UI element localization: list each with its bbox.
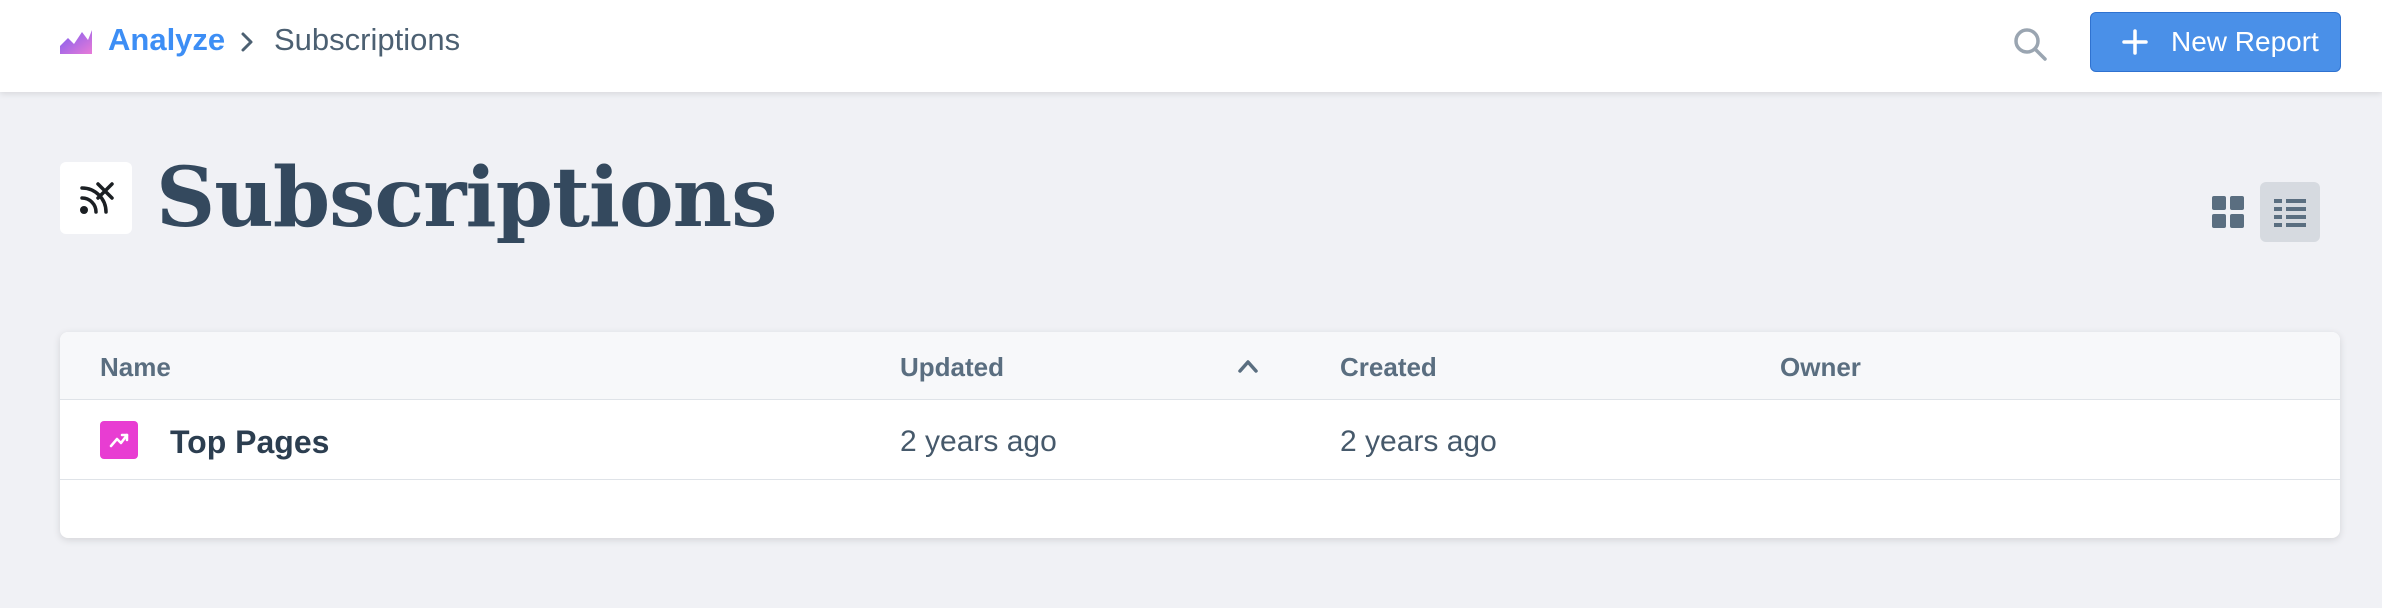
page-title: Subscriptions [156, 150, 777, 246]
reports-table: Name Updated Created Owner Top Pages 2 y… [60, 332, 2340, 538]
chevron-up-icon[interactable] [1236, 356, 1260, 376]
column-header-created[interactable]: Created [1340, 352, 1437, 383]
table-row[interactable]: Top Pages 2 years ago 2 years ago [60, 400, 2340, 480]
new-report-label: New Report [2171, 26, 2319, 57]
new-report-button[interactable]: New Report [2090, 12, 2341, 72]
rss-feed-icon [60, 162, 132, 234]
trend-line-icon [100, 421, 138, 459]
column-header-owner[interactable]: Owner [1780, 352, 1861, 383]
column-header-updated[interactable]: Updated [900, 352, 1004, 383]
breadcrumb-current: Subscriptions [274, 22, 461, 57]
search-icon[interactable] [2010, 24, 2050, 64]
column-header-name[interactable]: Name [100, 352, 171, 383]
top-navigation-bar: Analyze Subscriptions New Report [0, 0, 2382, 92]
analyze-chart-icon [58, 26, 94, 56]
chevron-right-icon [238, 30, 256, 54]
report-name-link[interactable]: Top Pages [170, 424, 329, 461]
list-view-icon[interactable] [2260, 182, 2320, 242]
breadcrumb-analyze-link[interactable]: Analyze [108, 22, 225, 58]
plus-icon [2121, 28, 2149, 56]
table-header: Name Updated Created Owner [60, 332, 2340, 400]
updated-cell: 2 years ago [900, 425, 1057, 458]
created-cell: 2 years ago [1340, 425, 1497, 458]
grid-view-icon[interactable] [2208, 192, 2248, 232]
